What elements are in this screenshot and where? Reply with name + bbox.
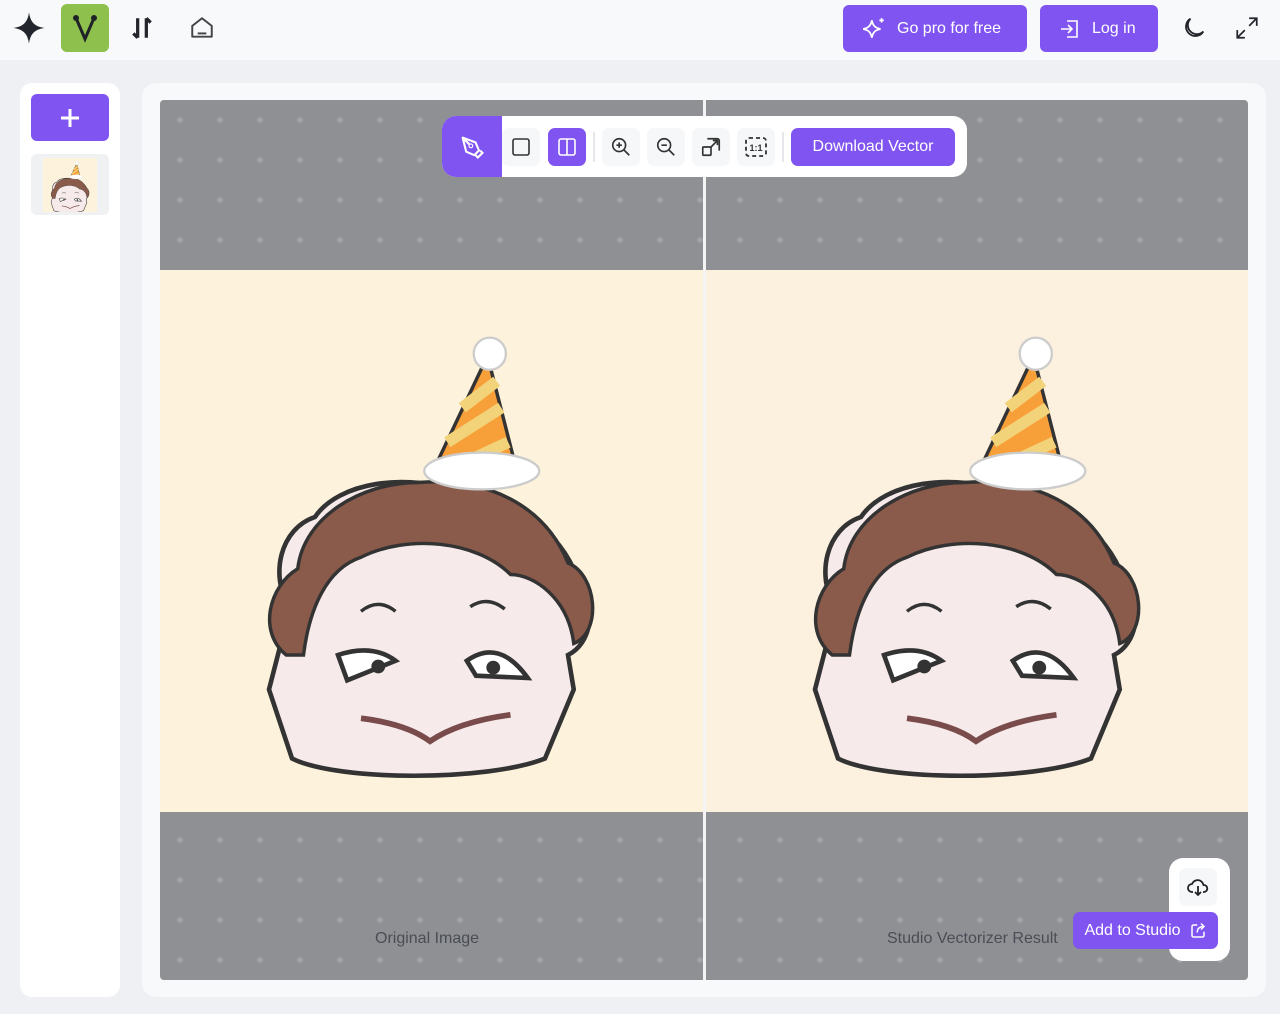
login-button[interactable]: Log in: [1040, 5, 1158, 52]
actual-size-button[interactable]: 1:1: [737, 128, 775, 166]
sparkle-logo-icon[interactable]: [5, 4, 53, 52]
go-pro-label: Go pro for free: [897, 19, 1002, 37]
zoom-in-button[interactable]: [602, 128, 640, 166]
sidebar: [20, 83, 120, 997]
zoom-out-icon: [656, 137, 675, 156]
comparison-canvas[interactable]: Original Image Studio Vectorizer Result: [160, 100, 1248, 980]
sparkles-icon: [862, 17, 884, 38]
zoom-out-button[interactable]: [647, 128, 685, 166]
cloud-download-button[interactable]: [1179, 868, 1217, 906]
add-image-button[interactable]: [31, 94, 109, 141]
vectorized-result-image: [706, 270, 1248, 812]
home-icon[interactable]: [178, 4, 226, 52]
add-to-studio-label: Add to Studio: [1084, 921, 1181, 939]
toolbar-divider: [782, 132, 784, 162]
split-divider-handle[interactable]: [703, 100, 706, 980]
fit-icon: [701, 137, 721, 157]
toolbar-divider: [593, 132, 595, 162]
actual-size-text: 1:1: [749, 143, 762, 153]
login-icon: [1061, 19, 1078, 38]
fit-to-screen-button[interactable]: [692, 128, 730, 166]
actual-size-icon: 1:1: [745, 137, 767, 157]
go-pro-button[interactable]: Go pro for free: [843, 5, 1027, 52]
top-bar: Go pro for free Log in: [0, 0, 1280, 60]
dark-mode-moon-icon[interactable]: [1170, 4, 1218, 52]
single-view-button[interactable]: [502, 128, 540, 166]
vectorizer-logo[interactable]: [61, 4, 109, 52]
zoom-in-icon: [611, 137, 630, 156]
external-share-icon: [1190, 922, 1205, 938]
split-view-button[interactable]: [548, 128, 586, 166]
sort-icon[interactable]: [118, 4, 166, 52]
cloud-download-icon: [1187, 879, 1209, 897]
pen-tool-icon: [461, 136, 484, 159]
add-to-studio-button[interactable]: Add to Studio: [1073, 912, 1218, 949]
view-toolbar: 1:1 Download Vector: [442, 116, 967, 177]
plus-icon: [61, 108, 79, 127]
download-vector-button[interactable]: Download Vector: [791, 128, 955, 166]
fullscreen-expand-icon[interactable]: [1223, 4, 1271, 52]
pen-tool-button[interactable]: [442, 116, 502, 177]
split-view-icon: [558, 138, 576, 156]
image-thumbnail[interactable]: [31, 154, 109, 215]
result-label: Studio Vectorizer Result: [887, 930, 1058, 947]
single-view-icon: [512, 138, 530, 156]
login-label: Log in: [1092, 19, 1136, 37]
original-image: [160, 270, 703, 812]
original-image-label: Original Image: [375, 930, 480, 947]
